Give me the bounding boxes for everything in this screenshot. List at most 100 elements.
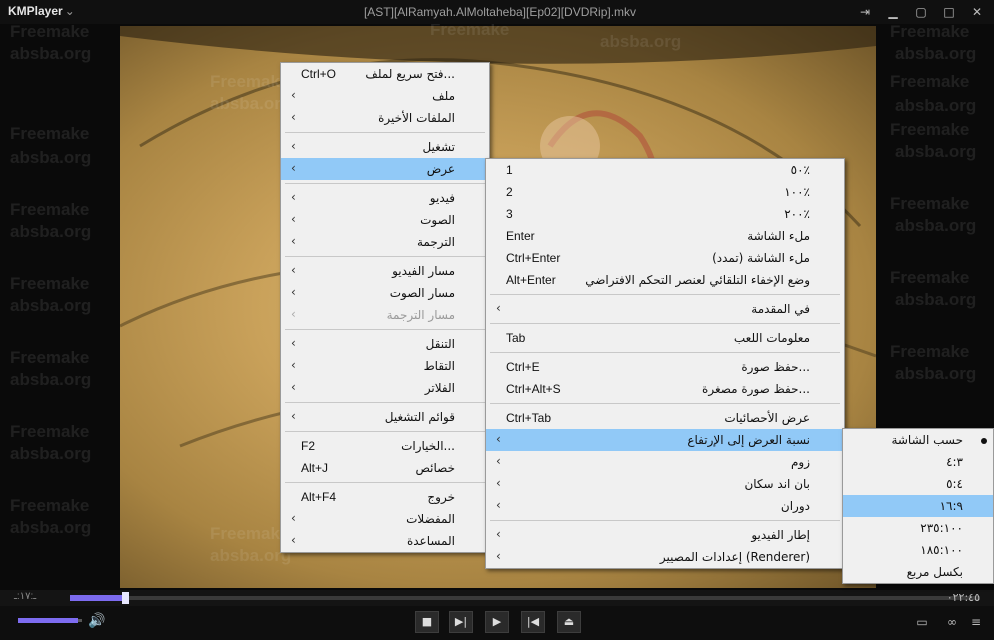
menu-item-shortcut: Ctrl+Enter xyxy=(506,251,561,265)
watermark-absba: absba.org xyxy=(10,148,92,167)
pin-icon[interactable]: ⇥ xyxy=(856,3,874,21)
menu-item[interactable]: التنقل ‹ xyxy=(281,333,489,355)
menu-item[interactable]: ٤:٣ xyxy=(843,451,993,473)
menu-item-shortcut: 1 xyxy=(506,163,513,177)
menu-item[interactable]: مسار الصوت ‹ xyxy=(281,282,489,304)
menu-item[interactable]: ملء الشاشة Enter xyxy=(486,225,844,247)
menu-item[interactable]: عرض الأحصائيات Ctrl+Tab xyxy=(486,407,844,429)
menu-item-label: مسار الصوت xyxy=(389,286,455,300)
menu-separator xyxy=(486,400,844,407)
close-icon[interactable]: ✕ xyxy=(968,3,986,21)
menu-item[interactable]: ملف ‹ xyxy=(281,85,489,107)
speaker-icon[interactable]: 🔊 xyxy=(88,613,105,629)
watermark-freemake: Freemake xyxy=(210,72,290,91)
menu-item[interactable]: الملفات الأخيرة ‹ xyxy=(281,107,489,129)
menu-item[interactable]: الصوت ‹ xyxy=(281,209,489,231)
play-icon: ▶ xyxy=(492,615,502,628)
menu-separator xyxy=(281,326,489,333)
menu-item[interactable]: ١٨٥:١٠٠ xyxy=(843,539,993,561)
seek-bar[interactable]: ـ:۱۷:ـ ۰۲۲:٤٥ xyxy=(0,590,994,606)
menu-item[interactable]: عرض ‹ xyxy=(281,158,489,180)
skip-back-icon: |◀ xyxy=(526,615,540,628)
menu-item-label: ملف xyxy=(432,89,455,103)
submenu-arrow-icon: ‹ xyxy=(496,476,501,490)
menu-item[interactable]: ٥:٤ xyxy=(843,473,993,495)
menu-item[interactable]: الفلاتر ‹ xyxy=(281,377,489,399)
menu-item[interactable]: فتح سريع لملف... Ctrl+O xyxy=(281,63,489,85)
seek-handle[interactable] xyxy=(121,592,129,604)
seek-track[interactable] xyxy=(70,596,980,600)
menu-item[interactable]: دوران ‹ xyxy=(486,495,844,517)
submenu-arrow-icon: ‹ xyxy=(496,301,501,315)
menu-item[interactable]: ١٠٠٪ 2 xyxy=(486,181,844,203)
menu-item[interactable]: الترجمة ‹ xyxy=(281,231,489,253)
submenu-arrow-icon: ‹ xyxy=(291,380,296,394)
minimize-icon[interactable]: ▁ xyxy=(884,3,902,21)
watermark-freemake: Freemake xyxy=(890,342,970,361)
menu-item[interactable]: ٢٣٥:١٠٠ xyxy=(843,517,993,539)
menu-item[interactable]: وضع الإخفاء التلقائي لعنصر التحكم الافتر… xyxy=(486,269,844,291)
menu-item[interactable]: قوائم التشغيل ‹ xyxy=(281,406,489,428)
watermark-freemake: Freemake xyxy=(10,24,90,41)
total-time: ۰۲۲:٤٥ xyxy=(946,591,980,604)
eject-button[interactable]: ⏏ xyxy=(557,611,581,633)
menu-icon[interactable]: ≡ xyxy=(966,613,986,631)
menu-item-label: المساعدة xyxy=(406,534,455,548)
menu-item[interactable]: ٢٠٠٪ 3 xyxy=(486,203,844,225)
menu-item[interactable]: نسبة العرض إلى الإرتفاع ‹ xyxy=(486,429,844,451)
menu-item[interactable]: حفظ صورة مصغرة... Ctrl+Alt+S xyxy=(486,378,844,400)
menu-item[interactable]: التقاط ‹ xyxy=(281,355,489,377)
menu-item[interactable]: حسب الشاشة xyxy=(843,429,993,451)
menu-item[interactable]: فيديو ‹ xyxy=(281,187,489,209)
menu-item[interactable]: بكسل مربع xyxy=(843,561,993,583)
menu-item-label: ٥:٤ xyxy=(946,477,963,491)
menu-item[interactable]: تشغيل ‹ xyxy=(281,136,489,158)
submenu-arrow-icon: ‹ xyxy=(291,139,296,153)
watermark-absba: absba.org xyxy=(895,44,977,63)
next-frame-button[interactable]: ▶| xyxy=(449,611,473,633)
menu-item[interactable]: بان اند سكان ‹ xyxy=(486,473,844,495)
menu-item-label: ٢٣٥:١٠٠ xyxy=(920,521,963,535)
glasses-icon[interactable]: ∞ xyxy=(942,613,962,631)
watermark-freemake: Freemake xyxy=(10,274,90,293)
vr-icon[interactable]: ▭ xyxy=(912,613,932,631)
menu-item[interactable]: زوم ‹ xyxy=(486,451,844,473)
watermark-absba: absba.org xyxy=(600,32,682,51)
menu-item-shortcut: Ctrl+Alt+S xyxy=(506,382,561,396)
menu-item[interactable]: المفضلات ‹ xyxy=(281,508,489,530)
menu-separator xyxy=(486,349,844,356)
menu-item[interactable]: إطار الفيديو ‹ xyxy=(486,524,844,546)
restore-icon[interactable]: ▢ xyxy=(912,3,930,21)
menu-item[interactable]: ٥٠٪ 1 xyxy=(486,159,844,181)
menu-item-label: الفلاتر xyxy=(424,381,455,395)
menu-item[interactable]: المساعدة ‹ xyxy=(281,530,489,552)
menu-item[interactable]: إعدادات المصيير (Renderer) ‹ xyxy=(486,546,844,568)
menu-item-label: نسبة العرض إلى الإرتفاع xyxy=(687,433,810,447)
app-menu-chevron-icon[interactable]: ⌄ xyxy=(65,4,75,18)
volume-level[interactable] xyxy=(18,618,78,623)
submenu-arrow-icon: ‹ xyxy=(291,336,296,350)
menu-item[interactable]: معلومات اللعب Tab xyxy=(486,327,844,349)
play-button[interactable]: ▶ xyxy=(485,611,509,633)
maximize-icon[interactable]: □ xyxy=(940,3,958,21)
app-logo[interactable]: KMPlayer ⌄ xyxy=(8,4,75,18)
menu-item[interactable]: ١٦:٩ xyxy=(843,495,993,517)
menu-item[interactable]: مسار الفيديو ‹ xyxy=(281,260,489,282)
menu-item[interactable]: في المقدمة ‹ xyxy=(486,298,844,320)
menu-item[interactable]: ملء الشاشة (تمدد) Ctrl+Enter xyxy=(486,247,844,269)
previous-button[interactable]: |◀ xyxy=(521,611,545,633)
menu-item-label: ١٨٥:١٠٠ xyxy=(920,543,963,557)
menu-item[interactable]: خصائص Alt+J xyxy=(281,457,489,479)
submenu-arrow-icon: ‹ xyxy=(291,511,296,525)
title-bar: KMPlayer ⌄ [AST][AlRamyah.AlMoltaheba][Ep… xyxy=(0,0,994,24)
menu-item-shortcut: Alt+Enter xyxy=(506,273,556,287)
menu-item[interactable]: خروج Alt+F4 xyxy=(281,486,489,508)
stop-button[interactable]: ■ xyxy=(415,611,439,633)
menu-item[interactable]: الخيارات... F2 xyxy=(281,435,489,457)
skip-forward-icon: ▶| xyxy=(454,615,468,628)
menu-item-label: تشغيل xyxy=(422,140,455,154)
menu-item[interactable]: حفظ صورة... Ctrl+E xyxy=(486,356,844,378)
submenu-arrow-icon: ‹ xyxy=(291,263,296,277)
watermark-absba: absba.org xyxy=(895,290,977,309)
menu-item-label: الملفات الأخيرة xyxy=(378,111,455,125)
